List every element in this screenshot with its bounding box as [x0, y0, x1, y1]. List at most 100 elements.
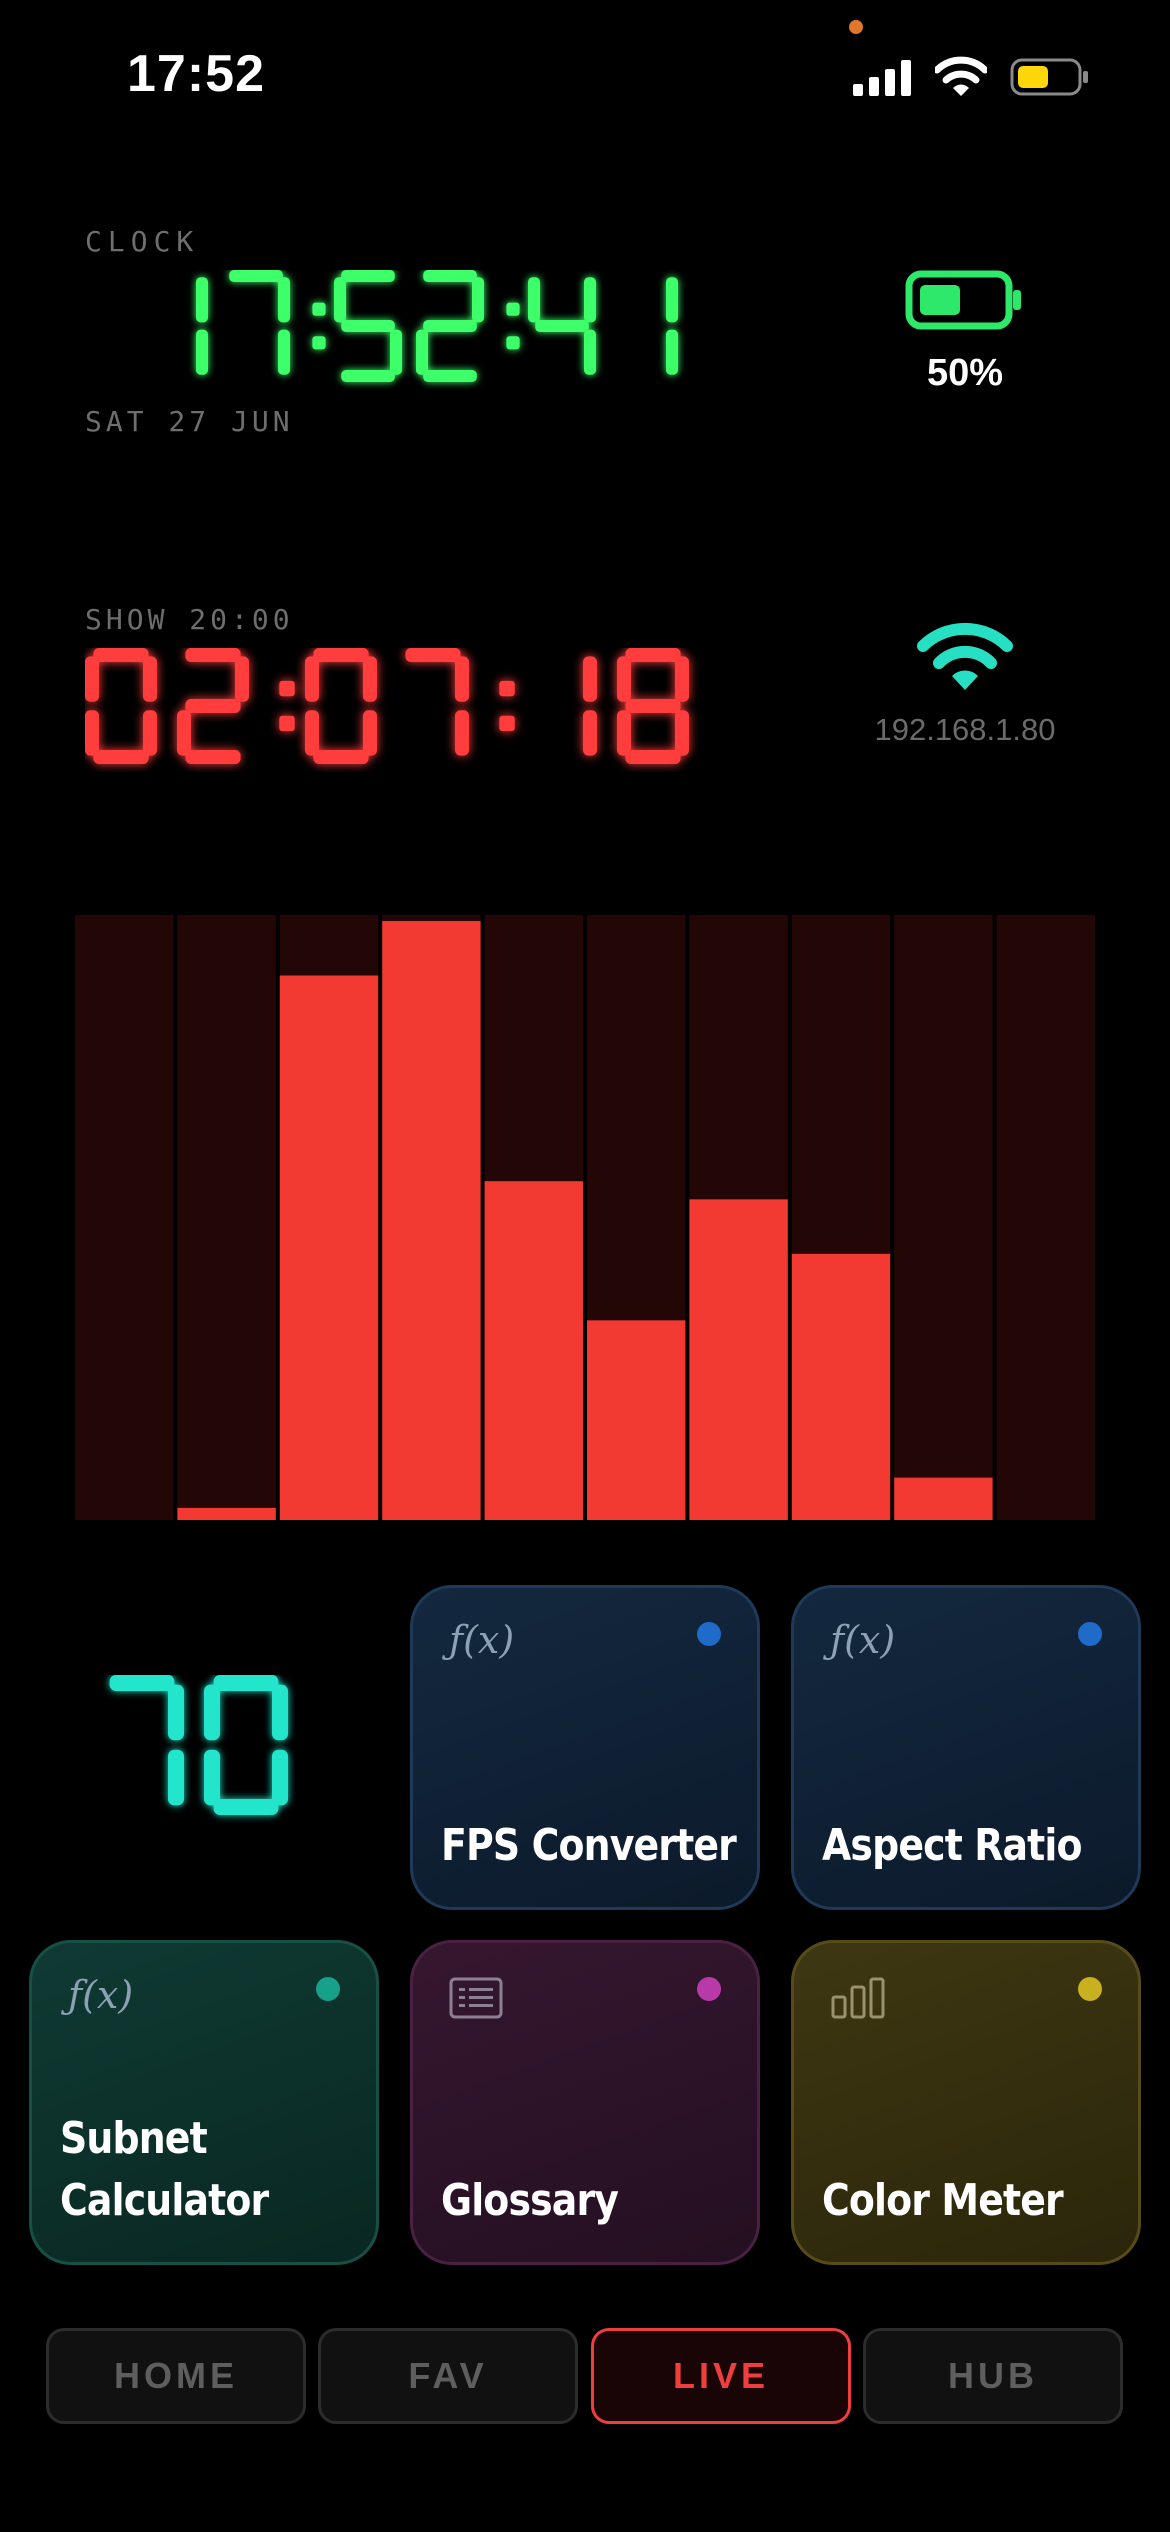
digit-segment [168, 1749, 184, 1806]
digit-segment [305, 710, 319, 756]
digit-segment [143, 656, 157, 702]
counter-display [109, 1675, 288, 1815]
status-time: 17:52 [127, 45, 265, 103]
meter-bar [689, 1199, 788, 1520]
meter-bar [894, 1477, 993, 1520]
nav-home[interactable]: HOME [46, 2328, 306, 2424]
digit-segment [196, 329, 208, 375]
status-dot [316, 1977, 340, 2001]
digit-segment [423, 370, 477, 382]
digit-segment [185, 699, 241, 713]
digit-segment [666, 329, 678, 375]
digit-segment [617, 656, 631, 702]
digit-segment [455, 656, 469, 702]
colon-dot [312, 302, 326, 316]
battery-percent: 50% [926, 352, 1004, 394]
colon-dot [499, 680, 515, 697]
tile-aspect-ratio[interactable]: ƒ(x) Aspect Ratio [791, 1585, 1141, 1910]
colon-dot [506, 302, 520, 316]
meter-bar [484, 1181, 583, 1520]
digit-segment [390, 329, 402, 375]
digit-segment [455, 710, 469, 756]
digit-segment [204, 1749, 220, 1806]
digit-segment [528, 277, 540, 323]
digit-segment [213, 1799, 279, 1815]
meter-bar [177, 1507, 276, 1520]
digit-segment [625, 750, 681, 764]
digit-segment [675, 710, 689, 756]
tile-title: FPS Converter [441, 1820, 737, 1871]
colon-dot [506, 336, 520, 350]
clock-time-display [196, 270, 678, 382]
meter-track [894, 915, 993, 1520]
digit-segment [204, 1684, 220, 1741]
colon-dot [279, 715, 295, 732]
nav-live[interactable]: LIVE [591, 2328, 851, 2424]
digit-segment [472, 277, 484, 323]
bar-chart-icon [831, 1977, 885, 2019]
clock-date: SAT 27 JUN [85, 405, 294, 438]
digit-segment [272, 1749, 288, 1806]
nav-hub[interactable]: HUB [863, 2328, 1123, 2424]
tile-title-line: Calculator [60, 2175, 269, 2226]
digit-segment [423, 270, 477, 282]
digit-segment [278, 277, 290, 323]
digit-segment [313, 648, 369, 662]
cellular-signal-icon [853, 60, 911, 96]
level-meter [75, 915, 1095, 1520]
digit-segment [675, 656, 689, 702]
digit-segment [584, 329, 596, 375]
digit-segment [334, 277, 346, 323]
digit-segment [341, 320, 395, 332]
tile-title: Glossary [441, 2175, 619, 2226]
nav-fav[interactable]: FAV [318, 2328, 578, 2424]
colon-dot [312, 336, 326, 350]
digit-segment [185, 648, 241, 662]
show-label: SHOW 20:00 [85, 603, 294, 636]
function-icon: ƒ(x) [68, 1973, 134, 2017]
function-icon: ƒ(x) [449, 1618, 515, 1662]
digit-segment [423, 320, 477, 332]
wifi-status-icon [935, 56, 987, 96]
digit-segment [229, 270, 283, 282]
digit-segment [109, 1675, 175, 1691]
meter-bar [279, 975, 379, 1520]
digit-segment [583, 656, 597, 702]
tile-title: Aspect Ratio [822, 1820, 1083, 1871]
digit-segment [416, 329, 428, 375]
meter-bar [587, 1320, 686, 1520]
digit-segment [583, 710, 597, 756]
digit-segment [363, 656, 377, 702]
digit-segment [535, 320, 589, 332]
tile-glossary[interactable]: Glossary [410, 1940, 760, 2265]
digit-segment [235, 656, 249, 702]
digit-segment [143, 710, 157, 756]
tile-color-meter[interactable]: Color Meter [791, 1940, 1141, 2265]
digit-segment [584, 277, 596, 323]
colon-dot [499, 715, 515, 732]
clock-label: CLOCK [85, 225, 200, 258]
digit-segment [168, 1684, 184, 1741]
status-dot [1078, 1622, 1102, 1646]
digit-segment [213, 1675, 279, 1691]
tile-title: Subnet Calculator [60, 2108, 269, 2232]
camera-indicator [849, 20, 863, 34]
meter-track [177, 915, 276, 1520]
tile-title-line: Subnet [60, 2113, 208, 2164]
digit-segment [272, 1684, 288, 1741]
digit-segment [93, 750, 149, 764]
ip-address: 192.168.1.80 [874, 712, 1056, 747]
digit-segment [625, 648, 681, 662]
digit-segment [278, 329, 290, 375]
digit-segment [93, 648, 149, 662]
meter-bar [382, 921, 481, 1520]
colon-dot [279, 680, 295, 697]
meter-track [996, 915, 1095, 1520]
meter-bar [791, 1253, 891, 1520]
digit-segment [363, 710, 377, 756]
list-icon [449, 1977, 503, 2019]
tile-fps-converter[interactable]: ƒ(x) FPS Converter [410, 1585, 760, 1910]
digit-segment [341, 370, 395, 382]
digit-segment [666, 277, 678, 323]
tile-subnet-calculator[interactable]: ƒ(x) Subnet Calculator [29, 1940, 379, 2265]
